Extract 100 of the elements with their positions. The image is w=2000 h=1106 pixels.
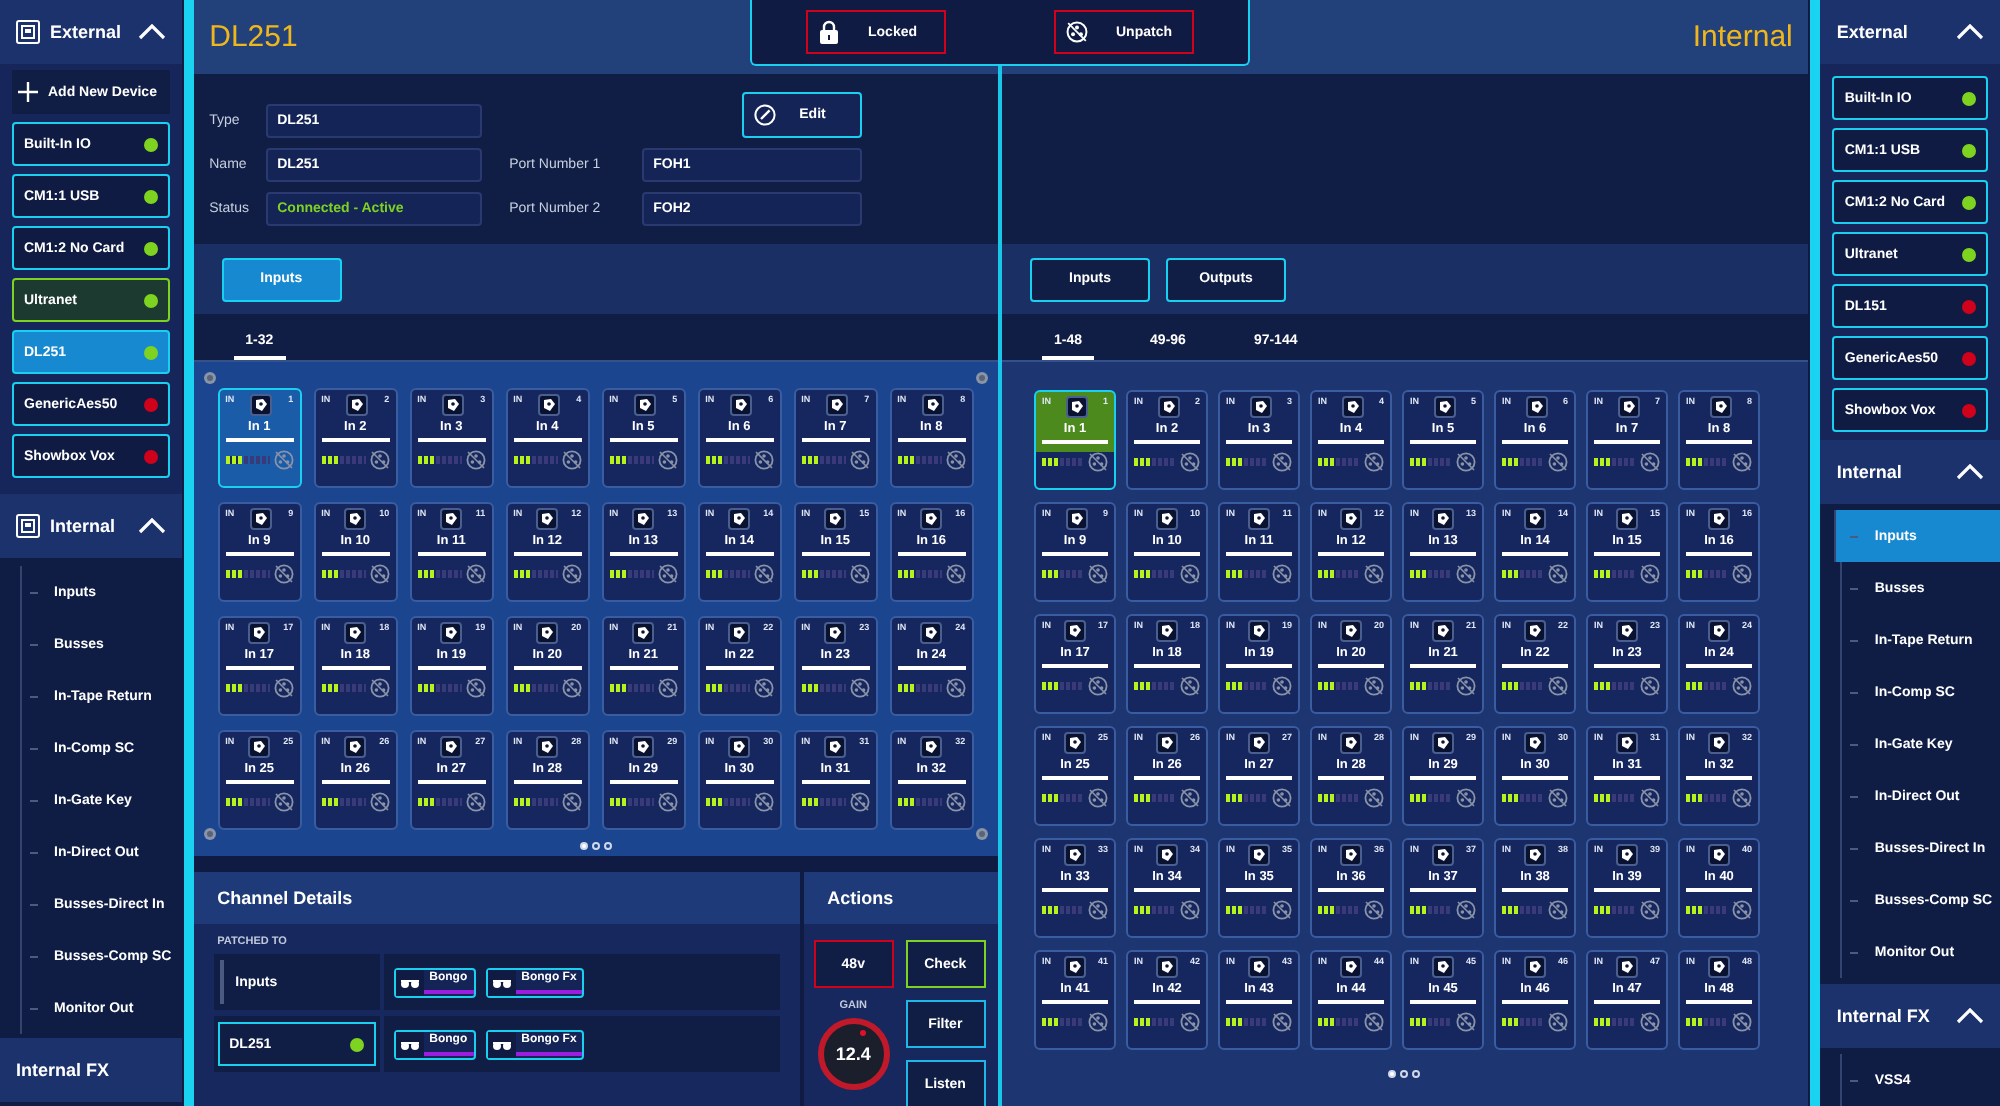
tag-icon [919, 508, 942, 530]
gain-knob[interactable]: 12.4 [817, 1018, 890, 1090]
tag-icon [1523, 508, 1546, 530]
section-header[interactable]: External [0, 0, 182, 64]
connector-icon [849, 450, 870, 470]
connector-icon [1640, 564, 1661, 584]
tag-icon [922, 394, 945, 416]
connector-icon [753, 564, 774, 584]
page-dot[interactable] [591, 842, 600, 850]
tag-icon [1339, 956, 1362, 978]
caret-icon [1956, 1008, 1985, 1024]
tag-icon [250, 508, 273, 530]
connector-icon [1272, 788, 1293, 808]
panel-heading: Actions [803, 872, 999, 924]
tag-icon [343, 622, 366, 644]
connector-icon [561, 678, 582, 698]
connector-icon [1180, 676, 1201, 696]
tag-icon [634, 394, 657, 416]
screw-icon [976, 372, 989, 384]
connector-icon [1456, 900, 1477, 920]
tag-icon [1155, 956, 1178, 978]
connector-icon [849, 564, 870, 584]
tag-icon [1431, 620, 1454, 642]
connector-icon [1640, 900, 1661, 920]
compass-icon [753, 103, 776, 125]
tag-icon [1247, 732, 1270, 754]
glasses-icon [487, 1031, 516, 1057]
connector-icon [1364, 452, 1385, 472]
connector-icon [1272, 1012, 1293, 1032]
tag-icon [823, 622, 846, 644]
page-dot[interactable] [1387, 1070, 1396, 1078]
page-dot[interactable] [1411, 1070, 1420, 1078]
tag-icon [1063, 620, 1086, 642]
section-header[interactable]: Internal [0, 494, 182, 558]
tag-icon [823, 508, 846, 530]
connector-icon [1180, 1012, 1201, 1032]
tag-icon [1523, 732, 1546, 754]
tag-icon [919, 622, 942, 644]
connector-icon [1456, 452, 1477, 472]
connector-icon [1088, 564, 1109, 584]
caret-icon [137, 518, 166, 534]
tag-icon [727, 508, 750, 530]
screw-icon [203, 372, 216, 384]
section-header[interactable]: Internal FX [1820, 984, 2000, 1048]
panel-title: Internal [1692, 20, 1793, 54]
tag-icon [346, 394, 369, 416]
tag-icon [919, 736, 942, 758]
connector-icon [849, 792, 870, 812]
tag-icon [535, 622, 558, 644]
tag-icon [1526, 396, 1548, 418]
plus-icon [18, 82, 38, 102]
section-header[interactable]: Internal FX [0, 1038, 182, 1102]
tag-icon [1523, 844, 1546, 866]
panel-title: DL251 [209, 20, 298, 54]
tag-icon [1158, 396, 1180, 418]
connector-icon [1364, 788, 1385, 808]
connector-icon [1640, 1012, 1661, 1032]
tag-icon [1339, 844, 1362, 866]
tag-icon [1707, 620, 1730, 642]
connector-icon [1548, 564, 1569, 584]
tag-icon [1615, 844, 1638, 866]
tag-icon [631, 622, 654, 644]
connector-icon [465, 564, 486, 584]
tag-icon [1247, 844, 1270, 866]
tag-icon [1615, 732, 1638, 754]
page-dot[interactable] [1399, 1070, 1408, 1078]
page-dot[interactable] [579, 842, 588, 850]
connector-icon [657, 792, 678, 812]
connector-icon [753, 792, 774, 812]
tag-icon [439, 736, 462, 758]
connector-icon [1548, 900, 1569, 920]
section-title: External [1836, 22, 1910, 42]
section-header[interactable]: External [1820, 0, 2000, 64]
connector-icon [1180, 452, 1201, 472]
connector-icon [465, 792, 486, 812]
connector-icon [1088, 900, 1109, 920]
lock-icon [818, 20, 840, 44]
tag-icon [1066, 396, 1088, 418]
page-dot[interactable] [603, 842, 612, 850]
connector-icon [561, 450, 582, 470]
section-title: Internal FX [16, 1060, 112, 1080]
connector-icon [1088, 452, 1109, 472]
connector-icon [1732, 1012, 1753, 1032]
tag-icon [1431, 732, 1454, 754]
connector-icon [1732, 788, 1753, 808]
tag-icon [823, 736, 846, 758]
tag-icon [1247, 508, 1270, 530]
connector-icon [465, 450, 486, 470]
connector-icon [561, 564, 582, 584]
connector-icon [1088, 1012, 1109, 1032]
tag-icon [250, 394, 273, 416]
glasses-icon [487, 969, 516, 995]
screw-icon [203, 828, 216, 840]
connector-icon [657, 450, 678, 470]
tag-icon [1523, 956, 1546, 978]
tag-icon [1707, 956, 1730, 978]
connector-icon [945, 678, 966, 698]
connector-icon [1272, 900, 1293, 920]
connector-icon [1364, 1012, 1385, 1032]
section-header[interactable]: Internal [1820, 440, 2000, 504]
